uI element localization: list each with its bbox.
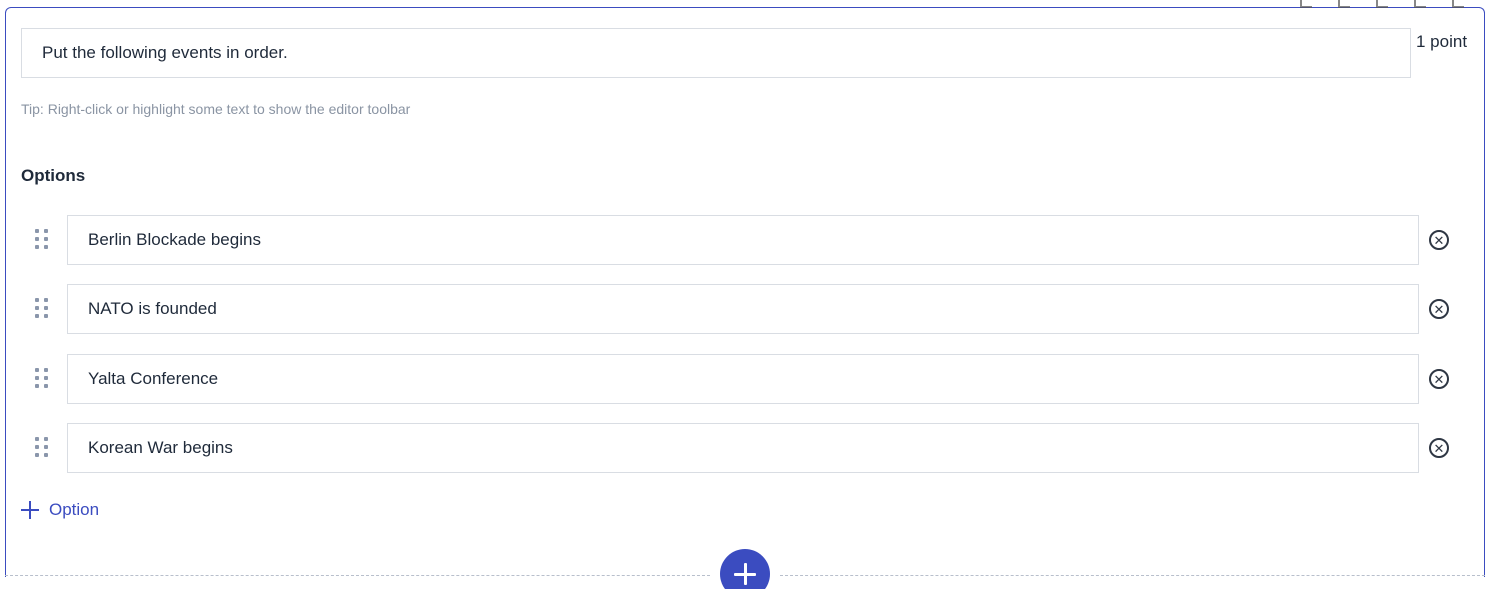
close-circle-icon: ✕: [1433, 440, 1445, 456]
option-row: Yalta Conference ✕: [21, 354, 1471, 404]
question-text-input[interactable]: Put the following events in order.: [21, 28, 1411, 78]
toolbar-icon[interactable]: [1338, 0, 1350, 8]
toolbar-icon[interactable]: [1376, 0, 1388, 8]
remove-option-button[interactable]: ✕: [1429, 230, 1449, 250]
editor-tip: Tip: Right-click or highlight some text …: [21, 101, 411, 117]
question-points[interactable]: 1 point: [1416, 32, 1467, 52]
card-toolbar-icons: [1300, 0, 1464, 8]
drag-handle-icon[interactable]: [35, 437, 49, 459]
remove-option-button[interactable]: ✕: [1429, 299, 1449, 319]
drag-handle-icon[interactable]: [35, 229, 49, 251]
option-input[interactable]: NATO is founded: [67, 284, 1419, 334]
close-circle-icon: ✕: [1433, 301, 1445, 317]
close-circle-icon: ✕: [1433, 232, 1445, 248]
option-label: Berlin Blockade begins: [88, 230, 261, 249]
option-input[interactable]: Korean War begins: [67, 423, 1419, 473]
option-label: Korean War begins: [88, 438, 233, 457]
drag-handle-icon[interactable]: [35, 298, 49, 320]
section-divider: [780, 575, 1485, 576]
option-label: Yalta Conference: [88, 369, 219, 388]
question-card: Put the following events in order. 1 poi…: [5, 0, 1485, 577]
option-row: Korean War begins ✕: [21, 423, 1471, 473]
options-heading: Options: [21, 166, 86, 185]
remove-option-button[interactable]: ✕: [1429, 438, 1449, 458]
plus-icon: [21, 501, 39, 519]
add-option-button[interactable]: Option: [21, 500, 99, 520]
remove-option-button[interactable]: ✕: [1429, 369, 1449, 389]
option-row: NATO is founded ✕: [21, 284, 1471, 334]
toolbar-icon[interactable]: [1452, 0, 1464, 8]
option-input[interactable]: Yalta Conference: [67, 354, 1419, 404]
plus-icon: [734, 563, 756, 585]
option-input[interactable]: Berlin Blockade begins: [67, 215, 1419, 265]
close-circle-icon: ✕: [1433, 371, 1445, 387]
drag-handle-icon[interactable]: [35, 368, 49, 390]
section-divider: [5, 575, 710, 576]
question-text: Put the following events in order.: [42, 43, 288, 62]
toolbar-icon[interactable]: [1414, 0, 1426, 8]
toolbar-icon[interactable]: [1300, 0, 1312, 8]
add-option-label: Option: [49, 500, 100, 519]
option-row: Berlin Blockade begins ✕: [21, 215, 1471, 265]
option-label: NATO is founded: [88, 299, 217, 318]
